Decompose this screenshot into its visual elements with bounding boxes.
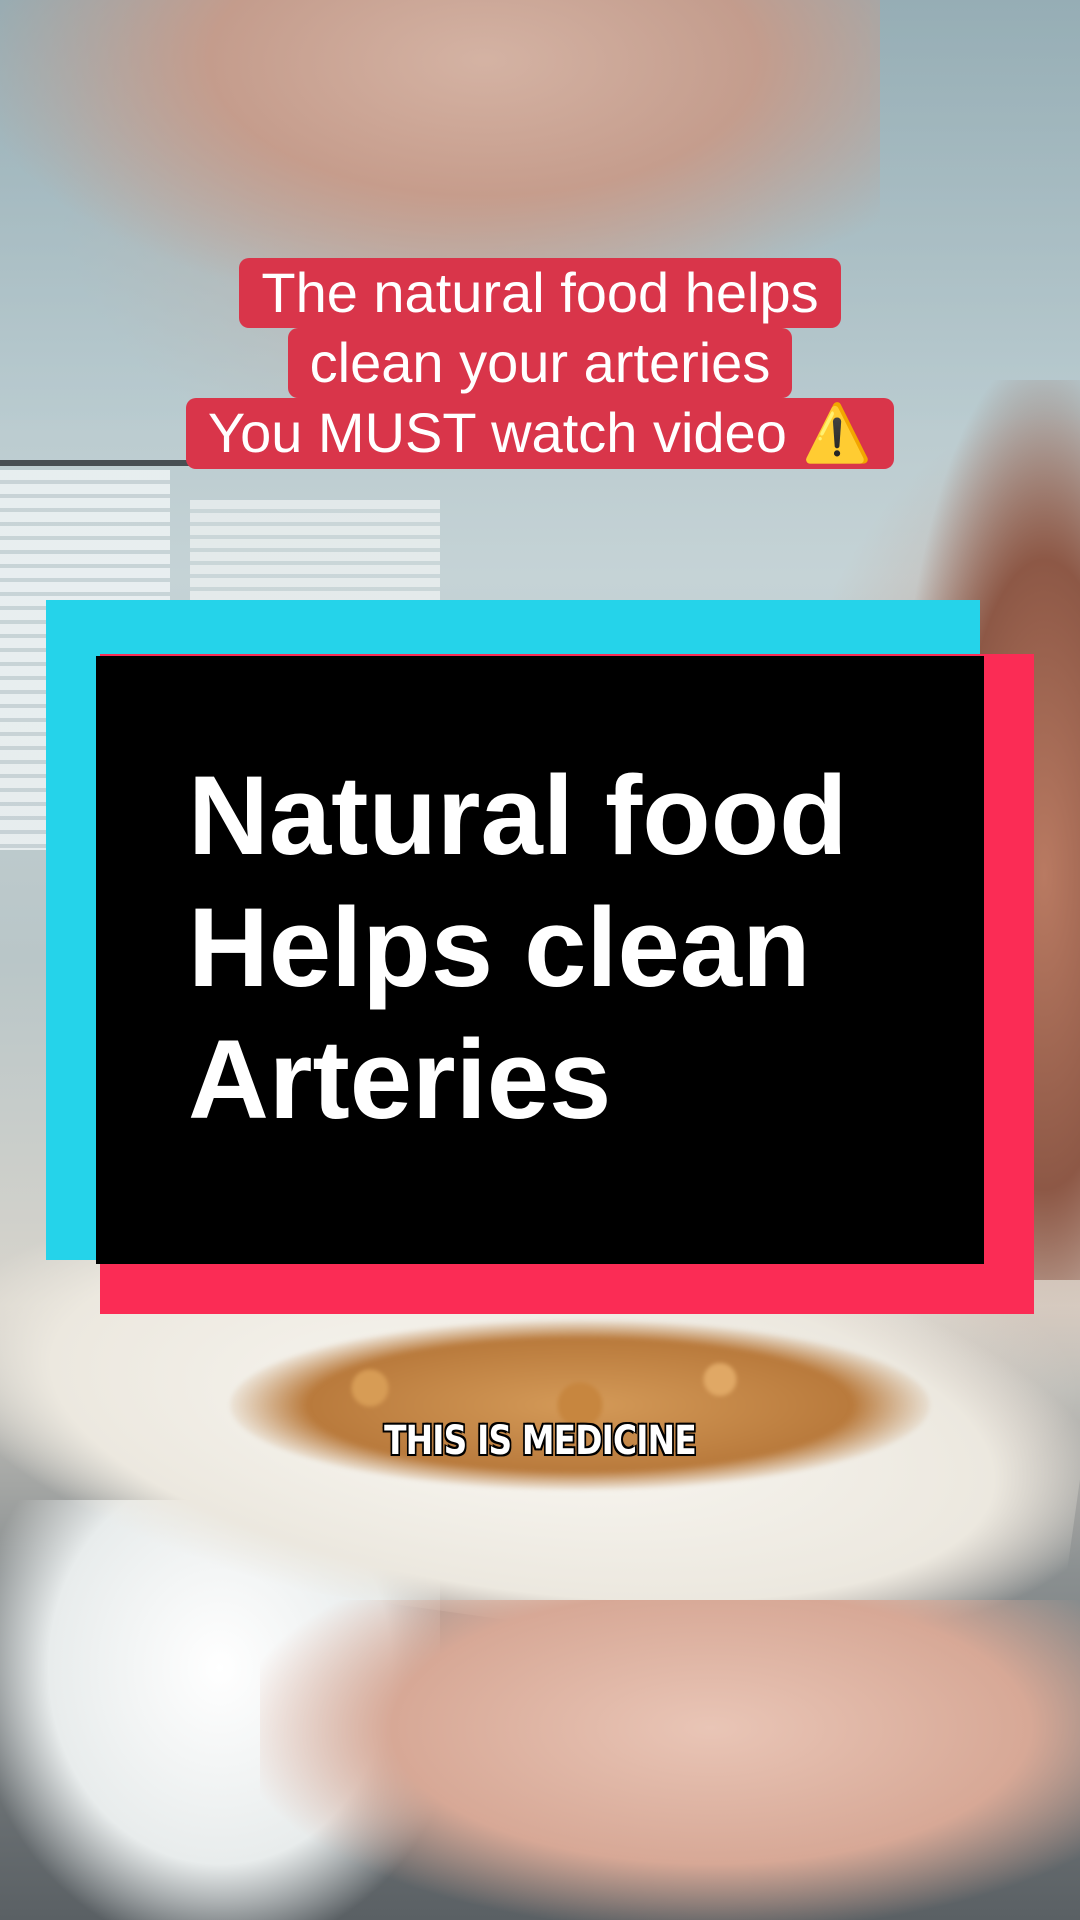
- caption-line: The natural food helps: [239, 258, 841, 328]
- title-card-text: Natural food Helps clean Arteries: [188, 750, 948, 1146]
- caption-line: clean your arteries: [287, 328, 793, 398]
- video-frame: The natural food helps clean your arteri…: [0, 0, 1080, 1920]
- title-line: Helps clean: [188, 885, 811, 1010]
- caption-line-with-warning: You MUST watch video ⚠️: [185, 398, 895, 469]
- background-hand: [260, 1600, 1080, 1920]
- warning-icon: ⚠️: [802, 401, 873, 466]
- top-caption: The natural food helps clean your arteri…: [0, 258, 1080, 469]
- title-line: Arteries: [188, 1017, 612, 1142]
- background-fingers: [0, 0, 880, 300]
- subtitle: THIS IS MEDICINE: [384, 1418, 697, 1464]
- background-food: [230, 1320, 930, 1490]
- caption-line-text: You MUST watch video: [207, 401, 787, 464]
- title-line: Natural food: [188, 753, 848, 878]
